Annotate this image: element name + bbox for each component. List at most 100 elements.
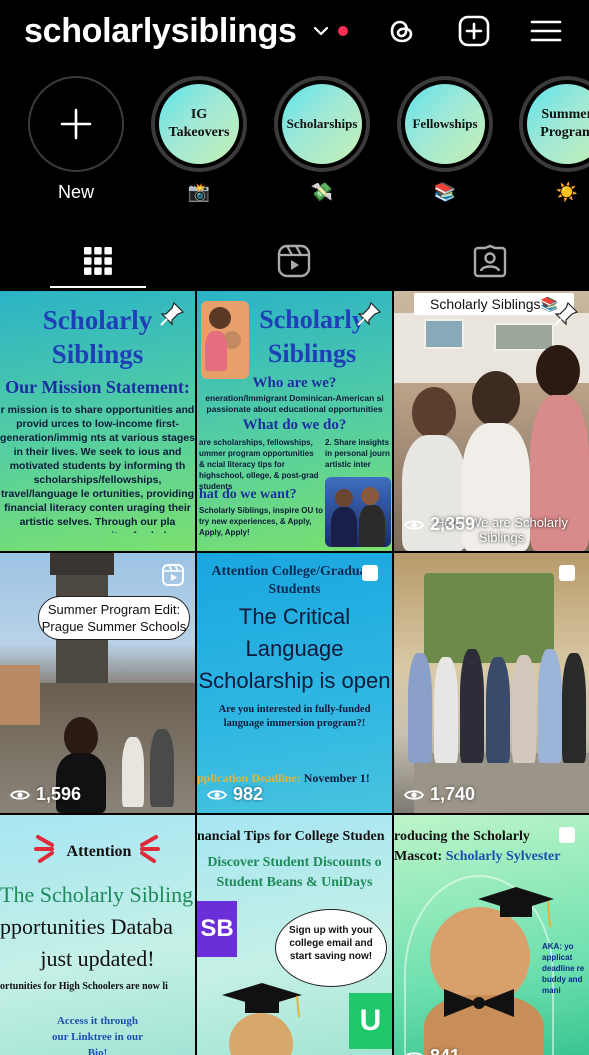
highlight-cover-text: IG Takeovers — [159, 84, 239, 164]
person-body — [512, 655, 536, 763]
highlight-emoji: 📚 — [433, 182, 457, 202]
pin-icon — [160, 301, 185, 326]
post-heading: Student Beans & UniDays — [216, 875, 373, 890]
graduation-cap-icon — [478, 887, 554, 928]
profile-tabs — [0, 232, 589, 290]
post-side-text: AKA: yo applicat deadline re buddy and m… — [542, 942, 585, 995]
title-line: Scholarship is open — [198, 668, 391, 693]
view-count: 2,359 — [404, 514, 475, 535]
person-head — [412, 387, 456, 439]
threads-icon[interactable] — [385, 14, 419, 48]
post-body: 2. Share insights in personal journ arti… — [325, 438, 390, 469]
body-line: Access it through — [56, 1015, 139, 1027]
tab-tagged[interactable] — [392, 232, 588, 290]
plus-icon — [60, 108, 92, 140]
carousel-icon — [559, 565, 575, 581]
title-line: just updated! — [40, 946, 155, 971]
bubble-line: Prague Summer Schools — [41, 619, 187, 634]
tab-reels[interactable] — [196, 232, 392, 290]
post-title: Siblings — [51, 339, 144, 369]
carousel-icon — [559, 827, 575, 843]
post-heading: nancial Tips for College Studen — [197, 829, 385, 844]
highlight-emoji: 💸 — [310, 182, 334, 202]
view-count-text: 1,740 — [430, 784, 476, 804]
speech-bubble: Summer Program Edit: Prague Summer Schoo… — [38, 596, 190, 640]
person-body — [486, 657, 510, 763]
carousel-icon — [362, 565, 378, 581]
post-body: Are you interested in fully-funded langu… — [218, 704, 371, 729]
view-count: 1,596 — [10, 784, 81, 805]
person-body — [538, 649, 562, 763]
heading-part: Mascot: — [394, 849, 446, 864]
add-post-icon[interactable] — [457, 14, 491, 48]
view-count-text: 841 — [430, 1046, 460, 1055]
body-line: Bio! — [87, 1047, 108, 1055]
view-count-text: 982 — [233, 784, 264, 804]
highlight-ig-takeovers[interactable]: IG Takeovers 📸 — [151, 76, 247, 203]
highlight-cover-text: Summer Program — [527, 84, 589, 164]
highlight-emoji: 📸 — [187, 182, 211, 202]
post-critical-language[interactable]: Attention College/Graduate Students The … — [197, 553, 392, 813]
highlight-new-ring[interactable] — [28, 76, 124, 172]
chevron-down-icon[interactable] — [312, 22, 330, 40]
person-head — [536, 345, 580, 397]
body-line: our Linktree in our — [52, 1031, 143, 1043]
notification-dot — [338, 26, 348, 36]
post-hola-video[interactable]: Scholarly Siblings📚 Hola! We are Scholar… — [394, 291, 589, 551]
eye-icon — [207, 789, 227, 800]
person-body — [434, 657, 458, 763]
highlight-emoji: ☀️ — [555, 182, 579, 202]
bow-tie-icon — [444, 989, 514, 1017]
post-heading: What do we do? — [242, 417, 347, 433]
unidays-logo: U — [349, 993, 392, 1049]
view-count-text: 1,596 — [36, 784, 82, 804]
graduation-cap-icon — [222, 983, 302, 1018]
highlight-cover-text: Fellowships — [405, 84, 485, 164]
building — [0, 665, 40, 725]
person-body — [460, 649, 484, 763]
highlight-new[interactable]: New — [28, 76, 124, 203]
reel-icon — [162, 564, 184, 586]
post-opportunities-database[interactable]: Attention The Scholarly Sibling pportuni… — [0, 815, 195, 1055]
eye-icon — [405, 1051, 423, 1055]
highlight-summer-program[interactable]: Summer Program ☀️ — [519, 76, 589, 203]
eye-icon — [404, 789, 424, 800]
post-tag: Scholarly Siblings📚 — [414, 293, 574, 315]
post-mascot[interactable]: roducing the Scholarly Mascot: Scholarly… — [394, 815, 589, 1055]
post-heading: Mascot: Scholarly Sylvester — [394, 849, 589, 865]
eye-icon — [10, 789, 30, 800]
profile-header: scholarlysiblings — [0, 0, 589, 64]
post-prague-summer[interactable]: Summer Program Edit: Prague Summer Schoo… — [0, 553, 195, 813]
reels-icon — [277, 244, 311, 278]
post-who-are-we[interactable]: Scholarly Siblings Who are we? eneration… — [197, 291, 392, 551]
person-body — [150, 729, 174, 807]
view-count: 982 — [207, 784, 263, 805]
post-group-photo[interactable]: 1,740 — [394, 553, 589, 813]
post-body: ortunities for High Schoolers are now li — [0, 981, 168, 992]
view-count-text: 2,359 — [430, 514, 476, 534]
view-count: 841 — [404, 1046, 460, 1055]
foliage — [424, 573, 554, 663]
tab-grid[interactable] — [0, 232, 196, 290]
person-body — [408, 653, 432, 763]
deadline-prefix: pplication Deadline: — [197, 771, 301, 785]
highlight-fellowships[interactable]: Fellowships 📚 — [397, 76, 493, 203]
post-financial-tips[interactable]: nancial Tips for College Studen Discover… — [197, 815, 392, 1055]
post-heading: Our Mission Statement: — [5, 377, 190, 397]
post-body: are scholarships, fellowships, ummer pro… — [199, 438, 319, 491]
highlight-scholarships[interactable]: Scholarships 💸 — [274, 76, 370, 203]
title-line: pportunities Databa — [0, 914, 173, 939]
account-username[interactable]: scholarlysiblings — [24, 12, 297, 51]
graduation-photo — [325, 477, 391, 547]
deadline-date: November 1! — [303, 771, 370, 785]
post-heading: hat do we want? — [199, 487, 297, 502]
menu-icon[interactable] — [529, 14, 563, 48]
highlight-label: New — [57, 182, 94, 202]
post-mission-statement[interactable]: Scholarly Siblings Our Mission Statement… — [0, 291, 195, 551]
person-body — [562, 653, 586, 763]
title-line: Language — [245, 636, 344, 661]
pin-icon — [357, 301, 382, 326]
post-title: Siblings — [267, 339, 357, 368]
pin-icon — [554, 301, 579, 326]
post-heading: Discover Student Discounts o — [207, 855, 382, 870]
